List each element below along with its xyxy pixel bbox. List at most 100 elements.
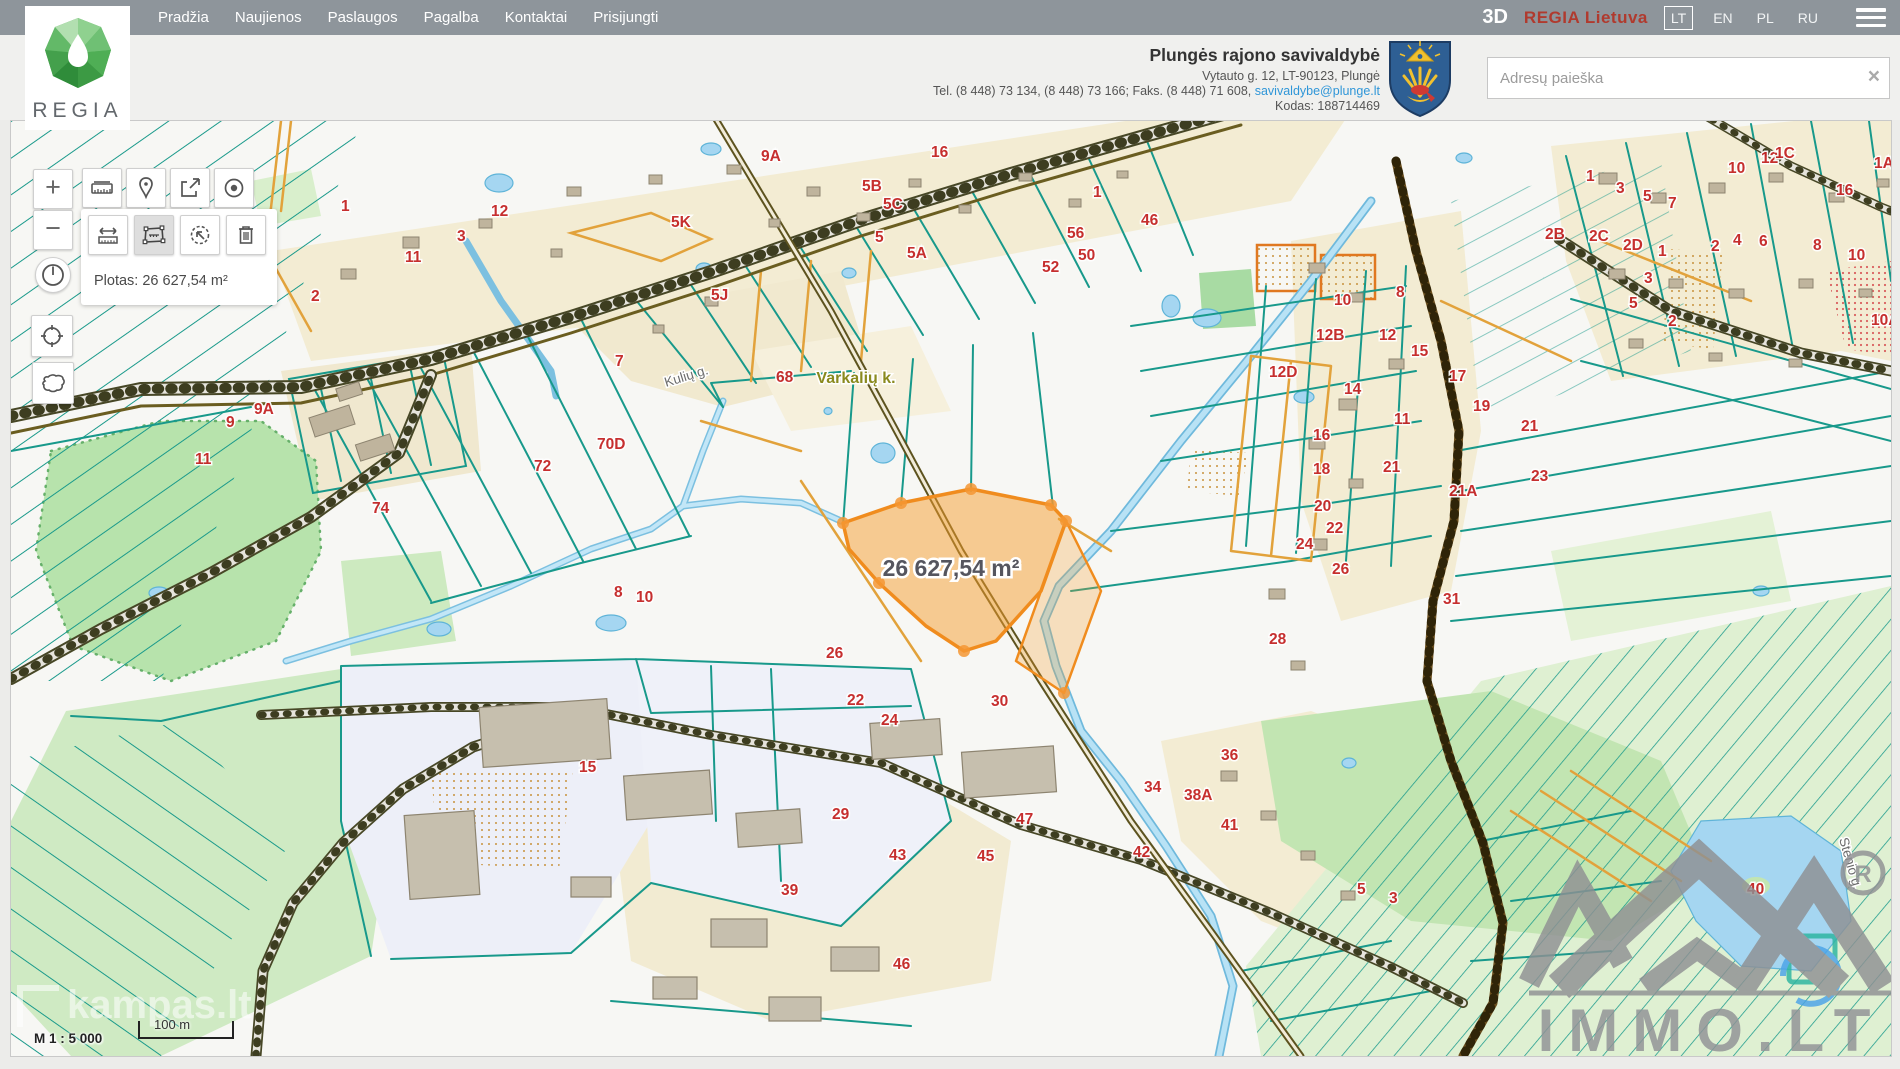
history-slider-button[interactable] bbox=[35, 257, 71, 293]
parcel-number: 21 bbox=[1383, 459, 1401, 476]
clock-icon bbox=[40, 262, 66, 288]
parcel-number: 9A bbox=[254, 401, 274, 418]
parcel-number: 2 bbox=[311, 288, 320, 305]
parcel-number: 45 bbox=[977, 848, 995, 865]
parcel-number: 1C bbox=[1775, 145, 1795, 162]
parcel-number: 12 bbox=[1379, 327, 1396, 344]
parcel-number: 43 bbox=[889, 847, 907, 864]
parcel-number: 47 bbox=[1016, 811, 1033, 828]
parcel-number: 5B bbox=[862, 178, 882, 195]
share-tool-button[interactable] bbox=[170, 168, 210, 208]
parcel-number: 9A bbox=[761, 148, 781, 165]
map-scale-text: M 1 : 5 000 bbox=[34, 1031, 102, 1046]
measure-bearing-button[interactable] bbox=[180, 215, 220, 255]
lithuania-outline-icon bbox=[39, 371, 67, 395]
parcel-number: 8 bbox=[1396, 284, 1405, 301]
nav-item-paslaugos[interactable]: Paslaugos bbox=[328, 9, 398, 26]
menu-icon[interactable] bbox=[1856, 8, 1886, 27]
parcel-number: 9 bbox=[226, 414, 235, 431]
measure-tool-button[interactable] bbox=[82, 168, 122, 208]
nav-item-naujienos[interactable]: Naujienos bbox=[235, 9, 302, 26]
measure-distance-button[interactable] bbox=[88, 215, 128, 255]
locate-me-button[interactable] bbox=[31, 315, 73, 357]
parcel-number: 39 bbox=[781, 882, 799, 899]
parcel-number: 3 bbox=[1616, 180, 1625, 197]
parcel-number: 24 bbox=[1296, 536, 1314, 553]
regia-lietuva-link[interactable]: REGIA Lietuva bbox=[1524, 8, 1648, 28]
parcel-number: 12 bbox=[491, 203, 508, 220]
area-measurement-label: 26 627,54 m² bbox=[883, 555, 1020, 581]
municipality-info: Plungės rajono savivaldybė Vytauto g. 12… bbox=[933, 45, 1380, 114]
nav-item-kontaktai[interactable]: Kontaktai bbox=[505, 9, 568, 26]
parcel-number: 4 bbox=[1733, 232, 1742, 249]
parcel-number: 8 bbox=[1813, 237, 1822, 254]
parcel-number: 5 bbox=[1643, 188, 1652, 205]
parcel-number: 3 bbox=[1644, 270, 1653, 287]
area-icon bbox=[141, 223, 167, 247]
nav-item-pradzia[interactable]: Pradžia bbox=[158, 9, 209, 26]
parcel-number: 26 bbox=[1332, 561, 1350, 578]
parcel-number: 12D bbox=[1269, 364, 1297, 381]
search-input[interactable] bbox=[1487, 57, 1890, 99]
map-pin-icon bbox=[135, 176, 157, 200]
map-canvas[interactable]: 9A165B15C5K5A55256465011312215J76870D727… bbox=[10, 120, 1892, 1057]
parcel-number: 20 bbox=[1314, 498, 1331, 515]
nav-item-pagalba[interactable]: Pagalba bbox=[424, 9, 479, 26]
trash-icon bbox=[235, 223, 257, 247]
parcel-number: 1 bbox=[341, 198, 350, 215]
parcel-number: 12B bbox=[1316, 327, 1344, 344]
delete-measurement-button[interactable] bbox=[226, 215, 266, 255]
parcel-number: 1A bbox=[1874, 155, 1891, 172]
svg-text:R: R bbox=[1854, 861, 1871, 888]
parcel-number: 19 bbox=[1473, 398, 1491, 415]
parcel-number: 30 bbox=[991, 693, 1008, 710]
village-label: Varkalių k. bbox=[816, 370, 895, 387]
parcel-number: 5C bbox=[883, 196, 903, 213]
regia-logo[interactable]: REGIA bbox=[25, 6, 130, 130]
parcel-number: 15 bbox=[1411, 343, 1429, 360]
nav-item-prisijungti[interactable]: Prisijungti bbox=[593, 9, 658, 26]
zoom-in-button[interactable]: + bbox=[33, 169, 73, 209]
map-render: 9A165B15C5K5A55256465011312215J76870D727… bbox=[11, 121, 1891, 1056]
parcel-number: 38A bbox=[1184, 787, 1212, 804]
parcel-number: 5J bbox=[711, 287, 728, 304]
parcel-number: 10 bbox=[1848, 247, 1865, 264]
scale-bar-label: 100 m bbox=[154, 1017, 190, 1032]
parcel-number: 34 bbox=[1144, 779, 1162, 796]
lang-lt[interactable]: LT bbox=[1664, 6, 1693, 30]
parcel-number: 2 bbox=[1668, 313, 1677, 330]
parcel-number: 16 bbox=[931, 144, 949, 161]
nav-right-group: 3D REGIA Lietuva LT EN PL RU bbox=[1482, 0, 1886, 35]
parcel-number: 28 bbox=[1269, 631, 1287, 648]
parcel-number: 5A bbox=[907, 245, 927, 262]
parcel-number: 41 bbox=[1221, 817, 1239, 834]
municipality-email-link[interactable]: savivaldybe@plunge.lt bbox=[1255, 84, 1380, 98]
parcel-number: 2D bbox=[1623, 237, 1643, 254]
zoom-out-button[interactable]: − bbox=[33, 210, 73, 250]
parcel-number: 36 bbox=[1221, 747, 1239, 764]
full-extent-button[interactable] bbox=[32, 362, 74, 404]
parcel-number: 74 bbox=[372, 500, 390, 517]
lang-en[interactable]: EN bbox=[1709, 7, 1736, 29]
municipality-phones: Tel. (8 448) 73 134, (8 448) 73 166; Fak… bbox=[933, 84, 1255, 98]
center-point-button[interactable] bbox=[214, 168, 254, 208]
lang-pl[interactable]: PL bbox=[1753, 7, 1778, 29]
marker-tool-button[interactable] bbox=[126, 168, 166, 208]
parcel-number: 8 bbox=[614, 584, 623, 601]
parcel-number: 11 bbox=[195, 451, 212, 468]
parcel-number: 22 bbox=[847, 692, 864, 709]
measure-area-button[interactable] bbox=[134, 215, 174, 255]
parcel-number: 3 bbox=[457, 228, 466, 245]
parcel-number: 31 bbox=[1443, 591, 1461, 608]
parcel-number: 2C bbox=[1589, 228, 1609, 245]
main-menu: Pradžia Naujienos Paslaugos Pagalba Kont… bbox=[158, 0, 658, 35]
distance-icon bbox=[95, 223, 121, 247]
parcel-number: 10 bbox=[636, 589, 653, 606]
parcel-number: 15 bbox=[579, 759, 597, 776]
search-clear-icon[interactable]: × bbox=[1868, 65, 1880, 89]
parcel-number: 68 bbox=[776, 369, 794, 386]
coat-of-arms bbox=[1385, 38, 1455, 123]
view-3d-button[interactable]: 3D bbox=[1482, 6, 1508, 29]
parcel-number: 23 bbox=[1531, 468, 1549, 485]
lang-ru[interactable]: RU bbox=[1794, 7, 1822, 29]
